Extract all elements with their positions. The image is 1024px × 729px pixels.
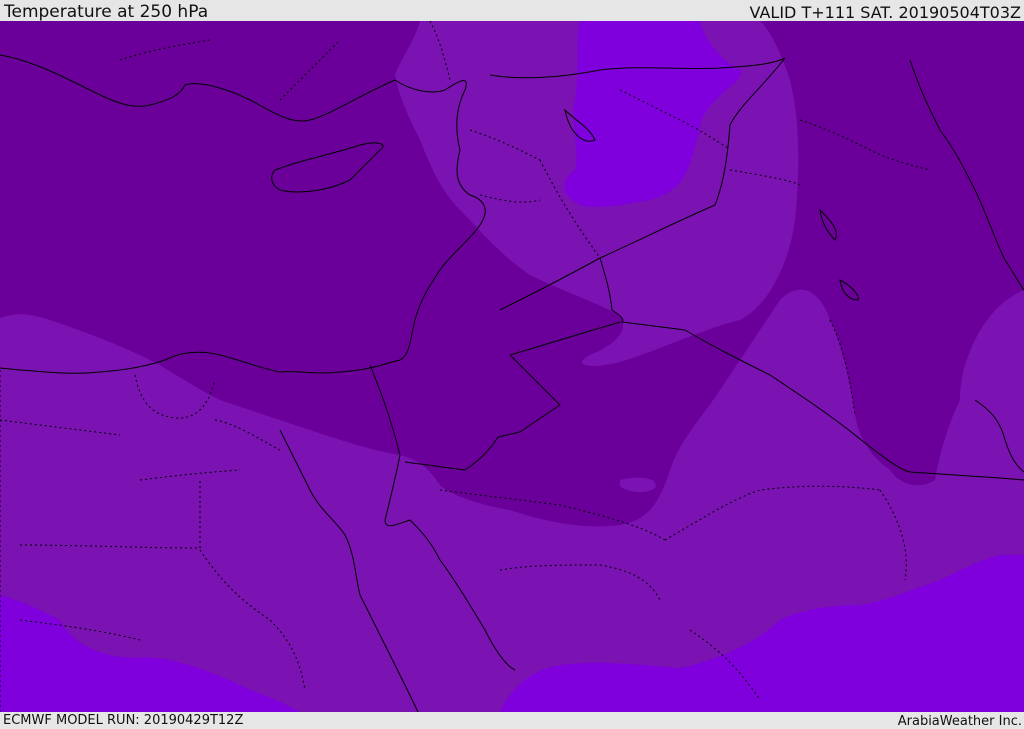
credit-label: ArabiaWeather Inc. (897, 714, 1022, 729)
footer-bar: ECMWF MODEL RUN: 20190429T12Z ArabiaWeat… (0, 712, 1024, 729)
model-run-label: ECMWF MODEL RUN: 20190429T12Z (3, 713, 244, 728)
map-canvas[interactable] (0, 21, 1024, 712)
header-bar: Temperature at 250 hPa VALID T+111 SAT. … (0, 0, 1024, 22)
map-title: Temperature at 250 hPa (4, 2, 209, 22)
forecast-map-frame: Temperature at 250 hPa VALID T+111 SAT. … (0, 0, 1024, 729)
valid-time-label: VALID T+111 SAT. 20190504T03Z (749, 3, 1021, 22)
